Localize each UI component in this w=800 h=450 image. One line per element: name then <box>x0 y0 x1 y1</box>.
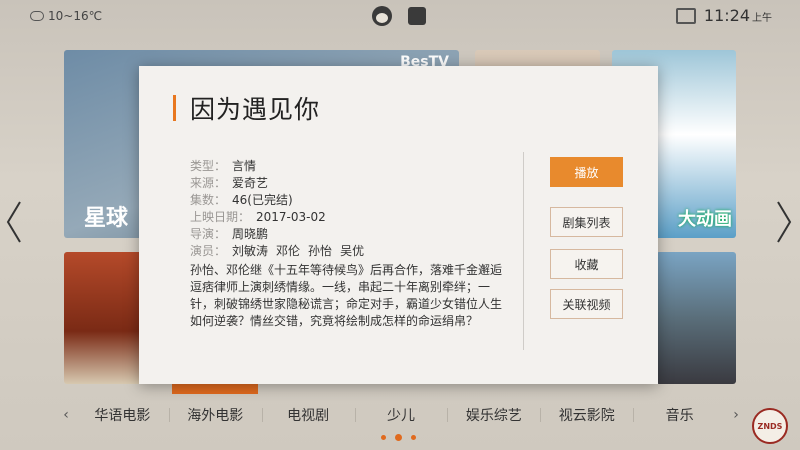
banner-label: 星球 <box>84 206 129 231</box>
video-info: 类型： 言情 来源： 爱奇艺 集数： 46(已完结) 上映日期： 2017-03… <box>190 158 364 260</box>
info-key: 上映日期： <box>190 210 251 224</box>
play-button[interactable]: 播放 <box>550 157 623 187</box>
category-tab[interactable]: 电视剧 <box>261 405 355 425</box>
chevron-left-icon[interactable]: ‹ <box>56 407 76 423</box>
content-tile[interactable] <box>656 252 736 384</box>
episode-list-button[interactable]: 剧集列表 <box>550 207 623 237</box>
info-row-director: 导演： 周晓鹏 <box>190 226 364 243</box>
info-row-source: 来源： 爱奇艺 <box>190 175 364 192</box>
actor-list: 刘敏涛 邓伦 孙怡 吴优 <box>232 243 364 260</box>
category-tab[interactable]: 视云影院 <box>540 405 633 425</box>
category-tab[interactable]: 海外电影 <box>168 405 262 425</box>
actor-name: 孙怡 <box>308 244 333 258</box>
tile-highlight-bar <box>172 384 258 394</box>
kids-mode-icon[interactable] <box>372 6 392 26</box>
video-detail-dialog: 因为遇见你 类型： 言情 来源： 爱奇艺 集数： 46(已完结) 上映日期： 2… <box>139 66 658 384</box>
category-tab[interactable]: 华语电影 <box>76 405 169 425</box>
page-indicator <box>381 434 416 441</box>
temperature-text: 10~16℃ <box>48 9 103 23</box>
category-tab[interactable]: 音乐 <box>633 405 726 425</box>
info-key: 导演： <box>190 227 227 241</box>
clock: 11:24 上午 <box>704 6 772 25</box>
info-row-release-date: 上映日期： 2017-03-02 <box>190 209 364 226</box>
actor-name: 邓伦 <box>276 244 301 258</box>
category-tab[interactable]: 少儿 <box>354 405 448 425</box>
clock-time: 11:24 <box>703 6 750 25</box>
info-key: 集数： <box>190 193 227 207</box>
clock-ampm: 上午 <box>752 13 772 24</box>
related-videos-button[interactable]: 关联视频 <box>550 289 623 319</box>
video-description: 孙怡、邓伦继《十五年等待候鸟》后再合作，落难千金邂逅逗痞律师上演刺绣情缘。一线，… <box>190 263 503 328</box>
info-key: 演员： <box>190 244 227 258</box>
favorite-button[interactable]: 收藏 <box>550 249 623 279</box>
info-row-genre: 类型： 言情 <box>190 158 364 175</box>
puzzle-icon[interactable] <box>408 7 426 25</box>
page-dot <box>381 435 386 440</box>
page-dot-active <box>395 434 402 441</box>
info-value: 爱奇艺 <box>232 176 269 190</box>
video-title: 因为遇见你 <box>190 95 321 124</box>
dialog-divider <box>523 152 524 350</box>
weather-widget: 10~16℃ <box>30 9 102 23</box>
info-value: 周晓鹏 <box>232 227 269 241</box>
info-key: 类型： <box>190 159 227 173</box>
info-value: 2017-03-02 <box>256 210 326 224</box>
category-nav: ‹ 华语电影 海外电影 电视剧 少儿 娱乐综艺 视云影院 音乐 › <box>56 402 746 428</box>
scroll-left-arrow-icon[interactable] <box>4 200 24 244</box>
scroll-right-arrow-icon[interactable] <box>774 200 794 244</box>
info-key: 来源： <box>190 176 227 190</box>
chevron-right-icon[interactable]: › <box>726 407 746 423</box>
actor-name: 吴优 <box>340 244 365 258</box>
title-accent-bar <box>173 95 176 121</box>
info-value: 46(已完结) <box>232 193 293 207</box>
category-tab[interactable]: 娱乐综艺 <box>447 405 540 425</box>
page-dot <box>411 435 416 440</box>
cloud-icon <box>30 11 44 21</box>
status-bar: 10~16℃ 11:24 上午 <box>0 0 800 34</box>
actor-name: 刘敏涛 <box>232 244 269 258</box>
znds-watermark-logo: ZNDS <box>752 408 788 444</box>
info-value: 言情 <box>232 159 257 173</box>
network-icon <box>675 7 696 24</box>
animation-tile-label: 大动画 <box>678 209 732 230</box>
info-row-episodes: 集数： 46(已完结) <box>190 192 364 209</box>
info-row-actors: 演员： 刘敏涛 邓伦 孙怡 吴优 <box>190 243 364 260</box>
dialog-header: 因为遇见你 <box>173 90 320 126</box>
